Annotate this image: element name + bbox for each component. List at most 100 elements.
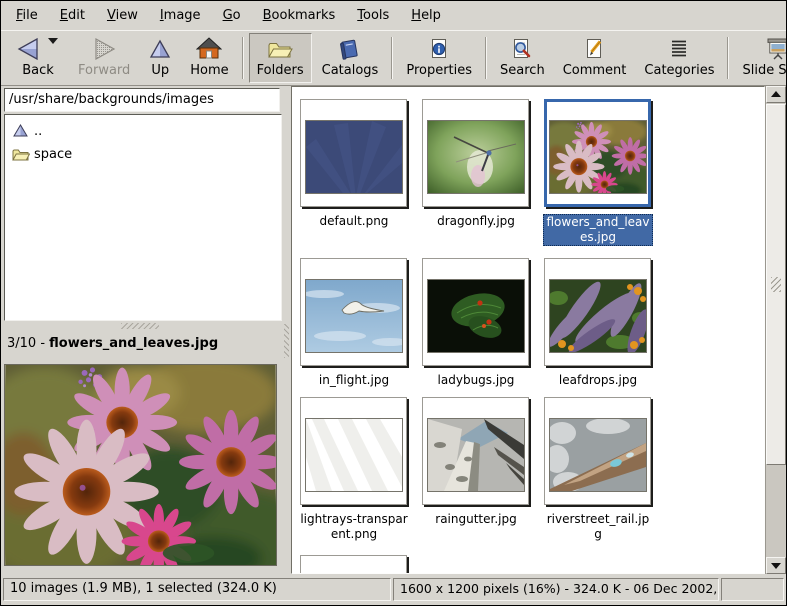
preview-pane [1,357,283,574]
toolbar: Back Forward Up Home Folders [1,30,786,86]
comment-icon [583,37,607,62]
back-history-dropdown-icon[interactable] [48,38,58,44]
content-area: .. space 3/10 - flowers_and_leaves.jpg de… [1,86,786,574]
image-position-status: 3/10 - flowers_and_leaves.jpg [1,332,283,357]
thumbnail-filename: raingutter.jpg [421,512,531,527]
menu-edit[interactable]: Edit [49,4,96,27]
forward-button: Forward [70,33,138,83]
thumbnail-filename: in_flight.jpg [299,373,409,388]
menu-image[interactable]: Image [149,4,212,27]
thumbnail-browser: default.png dragonfly.jpg flowers_and_leav… [291,86,765,574]
scrollbar-track[interactable] [766,103,786,557]
side-pane: .. space 3/10 - flowers_and_leaves.jpg [1,86,283,574]
splitter-grip[interactable] [284,324,289,358]
image-position: 3/10 [7,336,36,351]
forward-label: Forward [78,63,130,78]
thumbnail-item-raingutter.jpg[interactable]: raingutter.jpg [421,397,531,542]
thumbnail-image [427,279,525,353]
thumbnail-image [305,418,403,492]
thumbnail-frame[interactable] [300,99,407,207]
statusbar: 10 images (1.9 MB), 1 selected (324.0 K)… [1,574,786,605]
thumbnail-image [549,279,647,353]
thumbnail-item-leafdrops.jpg[interactable]: leafdrops.jpg [543,258,653,388]
scroll-down-icon [771,563,781,569]
thumbnail-image [305,120,403,194]
thumbnail-frame[interactable] [544,397,651,505]
thumbnail-item-flowers_and_leaves.jpg[interactable]: flowers_and_leaves.jpg [543,99,653,246]
thumbnail-filename: default.png [299,214,409,229]
catalogs-button[interactable]: Catalogs [314,33,387,83]
preview-image [4,364,277,566]
thumbnail-frame[interactable] [544,258,651,366]
up-button[interactable]: Up [140,33,180,83]
menu-help[interactable]: Help [400,4,452,27]
home-button[interactable]: Home [182,33,236,83]
thumbnail-item-lightrays-transparent.png[interactable]: lightrays-transparent.png [299,397,409,542]
scrollbar-thumb[interactable] [766,104,786,465]
catalogs-label: Catalogs [322,63,379,78]
thumbnail-grid-row: default.png dragonfly.jpg flowers_and_leav… [292,99,653,246]
thumbnail-filename: ladybugs.jpg [421,373,531,388]
back-label: Back [22,63,54,78]
scroll-down-button[interactable] [766,557,786,574]
categories-label: Categories [644,63,714,78]
up-icon [148,37,172,62]
catalogs-icon [337,37,363,62]
toolbar-separator [391,37,393,79]
thumbnail-item-in_flight.jpg[interactable]: in_flight.jpg [299,258,409,388]
menubar: FileEditViewImageGoBookmarksToolsHelp [1,1,786,30]
vertical-splitter[interactable] [283,86,291,574]
thumbnail-filename: flowers_and_leaves.jpg [543,214,653,246]
toolbar-separator [485,37,487,79]
folder-item-label: .. [34,124,42,139]
up-label: Up [151,63,169,78]
thumbnail-frame[interactable] [300,397,407,505]
menu-file[interactable]: File [5,4,49,27]
folder-item-parent[interactable]: .. [5,120,281,143]
folder-list: .. space [4,114,282,321]
thumbnail-frame[interactable] [422,258,529,366]
toolbar-separator [242,37,244,79]
folders-icon [267,37,293,62]
menu-go[interactable]: Go [212,4,252,27]
comment-button[interactable]: Comment [555,33,635,83]
scroll-up-button[interactable] [766,86,786,103]
up-directory-icon [12,123,34,139]
thumbnail-filename: riverstreet_rail.jpg [543,512,653,542]
search-button[interactable]: Search [492,33,553,83]
location-entry[interactable] [4,88,280,112]
thumbnail-frame[interactable] [422,99,529,207]
splitter-grip[interactable] [121,323,159,329]
menu-bookmarks[interactable]: Bookmarks [252,4,347,27]
thumbnail-item-default.png[interactable]: default.png [299,99,409,246]
folder-icon [12,147,34,162]
current-filename: flowers_and_leaves.jpg [49,336,218,351]
properties-button[interactable]: Properties [398,33,480,83]
images-summary-status: 10 images (1.9 MB), 1 selected (324.0 K) [3,578,391,601]
thumbnail-frame[interactable] [422,397,529,505]
gthumb-window: FileEditViewImageGoBookmarksToolsHelp Ba… [0,0,787,606]
folder-item-space[interactable]: space [5,143,281,166]
vertical-scrollbar[interactable] [765,86,786,574]
folders-toggle-button[interactable]: Folders [249,33,312,83]
thumbnail-filename: dragonfly.jpg [421,214,531,229]
statusbar-spacer [721,578,784,601]
scrollbar-grip [771,277,781,292]
thumbnail-filename: lightrays-transparent.png [299,512,409,542]
thumbnail-item[interactable] [299,555,409,574]
folder-item-label: space [34,147,72,162]
thumbnail-frame[interactable] [300,258,407,366]
thumbnail-item-ladybugs.jpg[interactable]: ladybugs.jpg [421,258,531,388]
thumbnail-item-riverstreet_rail.jpg[interactable]: riverstreet_rail.jpg [543,397,653,542]
toolbar-separator [727,37,729,79]
thumbnail-image [549,418,647,492]
menu-view[interactable]: View [96,4,149,27]
menu-tools[interactable]: Tools [346,4,400,27]
slide-show-button[interactable]: Slide Show [734,33,787,83]
back-button[interactable]: Back [8,33,68,83]
categories-button[interactable]: Categories [636,33,722,83]
thumbnail-item-dragonfly.jpg[interactable]: dragonfly.jpg [421,99,531,246]
thumbnail-frame[interactable] [544,99,651,207]
thumbnail-frame[interactable] [300,555,407,574]
horizontal-splitter[interactable] [1,321,283,332]
